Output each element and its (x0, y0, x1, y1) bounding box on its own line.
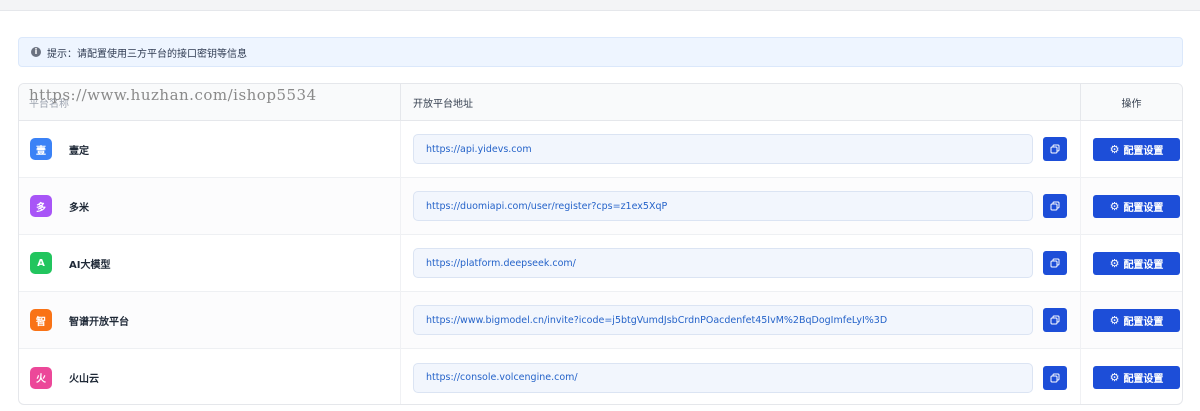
platform-avatar: 壹 (30, 138, 52, 160)
copy-icon (1050, 315, 1060, 325)
operation-cell: ⚙ 配置设置 (1080, 177, 1182, 235)
config-settings-button[interactable]: ⚙ 配置设置 (1093, 366, 1180, 389)
config-settings-label: 配置设置 (1123, 374, 1164, 385)
table-row: A AI大模型 https://platform.deepseek.com/ ⚙… (19, 234, 1182, 292)
operation-cell: ⚙ 配置设置 (1080, 234, 1182, 292)
table-body: 壹 壹定 https://api.yidevs.com ⚙ 配置设置 多 多米 (19, 120, 1182, 404)
top-bar (0, 0, 1200, 10)
operation-cell: ⚙ 配置设置 (1080, 120, 1182, 178)
platform-avatar: 火 (30, 366, 52, 389)
table-row: 智 智谱开放平台 https://www.bigmodel.cn/invite?… (19, 291, 1182, 349)
table-row: 火 火山云 https://console.volcengine.com/ ⚙ … (19, 349, 1182, 404)
platform-avatar: A (30, 252, 52, 274)
platform-url-field[interactable]: https://api.yidevs.com (413, 134, 1033, 164)
platform-name-cell: 火 火山云 (19, 366, 400, 389)
copy-icon (1050, 258, 1060, 268)
platform-url-field[interactable]: https://console.volcengine.com/ (413, 362, 1033, 393)
platform-url-cell: https://www.bigmodel.cn/invite?icode=j5b… (400, 291, 1080, 349)
platform-table: 平台名称 https://www.huzhan.com/ishop5534 开放… (18, 83, 1183, 405)
platform-name-cell: 壹 壹定 (19, 138, 400, 160)
gear-icon: ⚙ (1109, 256, 1120, 270)
platform-name: 壹定 (69, 145, 89, 157)
gear-icon: ⚙ (1109, 371, 1120, 384)
operation-cell: ⚙ 配置设置 (1080, 349, 1182, 404)
copy-icon (1050, 144, 1060, 154)
info-icon: i (31, 47, 41, 57)
platform-url-cell: https://api.yidevs.com (400, 120, 1080, 178)
config-settings-button[interactable]: ⚙ 配置设置 (1093, 251, 1180, 275)
table-row: 多 多米 https://duomiapi.com/user/register?… (19, 177, 1182, 235)
platform-name: AI大模型 (69, 259, 111, 271)
platform-url-cell: https://platform.deepseek.com/ (400, 234, 1080, 292)
gear-icon: ⚙ (1109, 199, 1120, 213)
copy-icon (1050, 201, 1060, 211)
gear-icon: ⚙ (1109, 142, 1120, 156)
settings-panel: i 提示：请配置使用三方平台的接口密钥等信息 平台名称 https://www.… (0, 10, 1200, 411)
platform-name-cell: A AI大模型 (19, 252, 400, 274)
platform-name: 多米 (69, 202, 89, 214)
watermark: https://www.huzhan.com/ishop5534 (29, 85, 317, 104)
tip-banner: i 提示：请配置使用三方平台的接口密钥等信息 (18, 37, 1183, 67)
config-settings-label: 配置设置 (1123, 202, 1164, 214)
config-settings-label: 配置设置 (1123, 316, 1164, 328)
platform-url-field[interactable]: https://duomiapi.com/user/register?cps=z… (413, 191, 1033, 221)
platform-avatar: 多 (30, 195, 52, 217)
copy-icon (1050, 373, 1060, 382)
header-platform-url: 开放平台地址 (400, 84, 1080, 120)
platform-url-cell: https://duomiapi.com/user/register?cps=z… (400, 177, 1080, 235)
tip-text: 提示：请配置使用三方平台的接口密钥等信息 (47, 48, 247, 60)
header-operation: 操作 (1080, 84, 1182, 120)
platform-name: 火山云 (69, 374, 99, 385)
config-settings-label: 配置设置 (1123, 145, 1164, 157)
platform-name-cell: 多 多米 (19, 195, 400, 217)
config-settings-button[interactable]: ⚙ 配置设置 (1093, 308, 1180, 332)
table-header: 平台名称 https://www.huzhan.com/ishop5534 开放… (19, 84, 1182, 121)
copy-button[interactable] (1043, 251, 1067, 275)
config-settings-button[interactable]: ⚙ 配置设置 (1093, 137, 1180, 161)
platform-url-field[interactable]: https://www.bigmodel.cn/invite?icode=j5b… (413, 305, 1033, 335)
platform-url-field[interactable]: https://platform.deepseek.com/ (413, 248, 1033, 278)
gear-icon: ⚙ (1109, 313, 1120, 327)
config-settings-button[interactable]: ⚙ 配置设置 (1093, 194, 1180, 218)
table-row: 壹 壹定 https://api.yidevs.com ⚙ 配置设置 (19, 120, 1182, 178)
copy-button[interactable] (1043, 365, 1067, 390)
platform-name: 智谱开放平台 (69, 316, 129, 328)
copy-button[interactable] (1043, 137, 1067, 161)
copy-button[interactable] (1043, 308, 1067, 332)
operation-cell: ⚙ 配置设置 (1080, 291, 1182, 349)
header-platform-name: 平台名称 https://www.huzhan.com/ishop5534 (19, 86, 400, 110)
config-settings-label: 配置设置 (1123, 259, 1164, 271)
platform-url-cell: https://console.volcengine.com/ (400, 349, 1080, 404)
platform-name-cell: 智 智谱开放平台 (19, 309, 400, 331)
platform-avatar: 智 (30, 309, 52, 331)
copy-button[interactable] (1043, 194, 1067, 218)
